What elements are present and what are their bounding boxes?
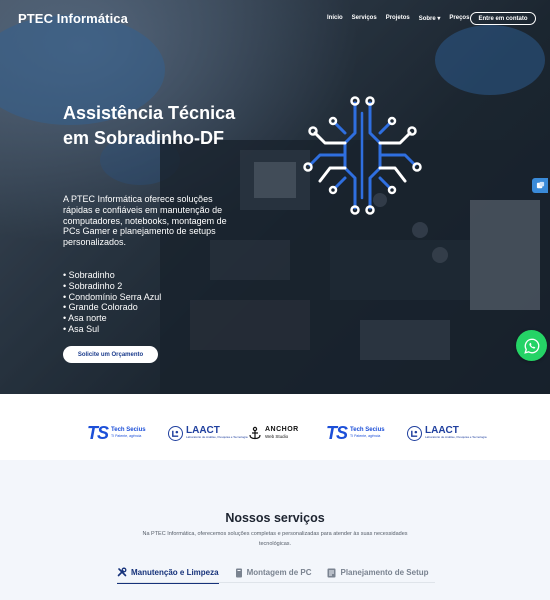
accessibility-tab[interactable] bbox=[532, 178, 548, 193]
tab-label: Montagem de PC bbox=[246, 568, 312, 577]
accessibility-icon bbox=[536, 181, 544, 189]
hero-title: Assistência Técnica em Sobradinho-DF bbox=[63, 103, 236, 148]
partner-name: LAACT bbox=[425, 425, 459, 436]
top-navbar: PTEC Informática Início Serviços Projeto… bbox=[0, 0, 550, 38]
blueprint-icon bbox=[327, 568, 336, 577]
partner-logo: ANCHOR Web Studio bbox=[248, 424, 299, 442]
location-list: Sobradinho Sobradinho 2 Condomínio Serra… bbox=[63, 270, 161, 335]
partner-subtitle: TI Patente, agência bbox=[111, 434, 142, 438]
brand-logo-text[interactable]: PTEC Informática bbox=[18, 11, 128, 26]
tab-pc-build[interactable]: Montagem de PC bbox=[235, 567, 312, 584]
nav-links: Início Serviços Projetos Sobre ▾ Preços bbox=[327, 15, 469, 22]
whatsapp-icon bbox=[523, 338, 539, 354]
whatsapp-button[interactable] bbox=[516, 330, 547, 361]
location-item: Condomínio Serra Azul bbox=[63, 292, 162, 303]
laact-logo-icon bbox=[407, 425, 422, 441]
tab-maintenance[interactable]: Manutenção e Limpeza bbox=[117, 567, 219, 584]
request-quote-button[interactable]: Solicite um Orçamento bbox=[63, 346, 158, 363]
hero-section: PTEC Informática Início Serviços Projeto… bbox=[0, 0, 550, 394]
partner-logo: TS Tech Secius TI Patente, agência bbox=[326, 424, 385, 442]
partner-name: LAACT bbox=[186, 425, 220, 436]
location-item: Asa Sul bbox=[63, 324, 161, 335]
services-title: Nossos serviços bbox=[225, 511, 325, 525]
hero-description: A PTEC Informática oferece soluções rápi… bbox=[63, 194, 227, 248]
tab-setup-planning[interactable]: Planejamento de Setup bbox=[327, 567, 429, 584]
circuit-brain-icon bbox=[303, 96, 422, 215]
partner-subtitle: Laboratório de Análise, Pesquisa e Tecno… bbox=[186, 435, 248, 439]
partner-subtitle: TI Patente, agência bbox=[350, 434, 381, 438]
pc-tower-icon bbox=[235, 568, 242, 577]
tab-label: Manutenção e Limpeza bbox=[131, 567, 219, 577]
laact-logo-icon bbox=[168, 425, 183, 441]
partner-subtitle: Laboratório de Análise, Pesquisa e Tecno… bbox=[425, 435, 487, 439]
service-tabs: Manutenção e Limpeza Montagem de PC Plan… bbox=[117, 567, 429, 584]
location-item: Grande Colorado bbox=[63, 302, 161, 313]
nav-link-sobre-dropdown[interactable]: Sobre ▾ bbox=[419, 15, 441, 22]
partner-logo: LAACT Laboratório de Análise, Pesquisa e… bbox=[407, 424, 487, 442]
partner-subtitle: Web Studio bbox=[265, 434, 289, 439]
partner-name: ANCHOR bbox=[265, 426, 299, 433]
nav-link-precos[interactable]: Preços bbox=[449, 15, 469, 22]
services-section: Nossos serviços Na PTEC Informática, ofe… bbox=[0, 460, 550, 600]
tab-label: Planejamento de Setup bbox=[340, 568, 429, 577]
services-description: Na PTEC Informática, oferecemos soluções… bbox=[142, 531, 408, 547]
partner-logo: LAACT Laboratório de Análise, Pesquisa e… bbox=[168, 424, 248, 442]
partner-logos: TS Tech Secius TI Patente, agência LAACT… bbox=[0, 394, 550, 460]
tools-icon bbox=[117, 567, 127, 577]
tech-secius-logo-mark: TS bbox=[326, 423, 348, 443]
nav-link-projetos[interactable]: Projetos bbox=[386, 15, 410, 22]
contact-button[interactable]: Entre em contato bbox=[470, 12, 536, 25]
anchor-icon bbox=[249, 426, 261, 440]
location-item: Sobradinho 2 bbox=[63, 281, 161, 292]
location-item: Sobradinho bbox=[63, 270, 161, 281]
location-item: Asa norte bbox=[63, 313, 161, 324]
tech-secius-logo-mark: TS bbox=[87, 423, 109, 443]
partner-logo: TS Tech Secius TI Patente, agência bbox=[87, 424, 146, 442]
nav-link-inicio[interactable]: Início bbox=[327, 15, 343, 22]
nav-link-servicos[interactable]: Serviços bbox=[352, 15, 377, 22]
